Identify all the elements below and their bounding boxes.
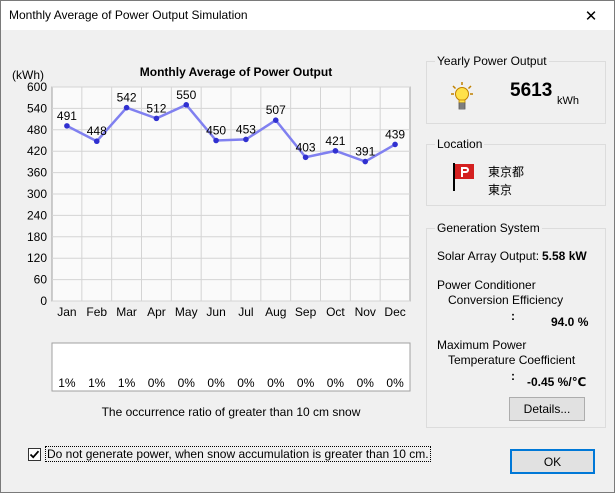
data-point	[213, 137, 219, 144]
data-point	[302, 154, 309, 161]
y-tick-label: 0	[40, 294, 47, 308]
data-point	[392, 141, 398, 148]
snow-ratio-value: 1%	[58, 376, 76, 390]
generation-system-title: Generation System	[435, 221, 542, 235]
snow-caption: The occurrence ratio of greater than 10 …	[101, 405, 361, 419]
snow-ratio-value: 0%	[207, 376, 225, 390]
snow-ratio-table: 1% 1% 1% 0% 0% 0% 0% 0% 0% 0% 0% 0%	[51, 342, 411, 392]
y-tick-label: 600	[27, 80, 47, 94]
snow-ratio-value: 0%	[297, 376, 315, 390]
max-power-label: Maximum Power	[437, 338, 527, 352]
x-tick-label: Mar	[116, 305, 137, 319]
y-tick-label: 60	[34, 273, 48, 287]
power-conditioner-label: Power Conditioner	[437, 278, 536, 292]
y-tick-label: 360	[27, 166, 47, 180]
close-icon: ✕	[584, 7, 598, 25]
x-tick-label: Oct	[326, 305, 345, 319]
flag-icon	[453, 163, 474, 191]
location-group: Location 東京都 東京	[426, 137, 606, 206]
x-tick-label: Feb	[86, 305, 107, 319]
data-point	[362, 158, 369, 165]
snow-ratio-value: 0%	[148, 376, 166, 390]
data-label: 403	[296, 140, 316, 154]
data-label: 512	[146, 101, 166, 115]
checkmark-icon	[29, 450, 40, 459]
data-point	[272, 117, 279, 123]
close-button[interactable]: ✕	[568, 1, 614, 30]
snow-ratio-value: 0%	[386, 376, 404, 390]
x-tick-label: Jul	[238, 305, 253, 319]
data-point	[153, 115, 160, 122]
location-prefecture: 東京都	[488, 165, 525, 179]
light-bulb-icon	[451, 82, 473, 110]
data-label: 450	[206, 124, 226, 138]
data-label: 491	[57, 109, 77, 123]
ok-button-label: OK	[543, 454, 562, 469]
data-label: 448	[87, 124, 107, 138]
y-tick-label: 300	[27, 187, 47, 201]
x-tick-label: Jun	[206, 305, 225, 319]
snow-ratio-value: 1%	[118, 376, 136, 390]
yearly-output-value: 5613	[510, 80, 553, 101]
data-label: 453	[236, 122, 256, 136]
location-title: Location	[435, 137, 485, 151]
x-tick-label: Aug	[265, 305, 286, 319]
snow-ratio-value: 1%	[88, 376, 106, 390]
y-tick-label: 480	[27, 123, 47, 137]
snow-checkbox-label[interactable]: Do not generate power, when snow accumul…	[45, 446, 431, 462]
data-label: 439	[385, 127, 405, 141]
location-city: 東京	[488, 183, 513, 197]
snow-ratio-value: 0%	[327, 376, 345, 390]
data-point	[64, 123, 70, 129]
yearly-output-unit: kWh	[557, 95, 579, 107]
conversion-efficiency-value: 94.0 %	[551, 315, 589, 329]
solar-array-value: 5.58 kW	[542, 249, 587, 263]
snow-ratio-value: 0%	[267, 376, 285, 390]
x-tick-label: Dec	[384, 305, 405, 319]
conversion-efficiency-colon: :	[511, 309, 515, 323]
snow-checkbox-box[interactable]	[28, 448, 41, 461]
data-label: 542	[117, 91, 137, 105]
data-point	[332, 148, 339, 154]
yearly-output-title: Yearly Power Output	[435, 54, 549, 68]
data-point	[183, 102, 190, 108]
snow-ratio-value: 0%	[357, 376, 375, 390]
dialog-window: Monthly Average of Power Output Simulati…	[0, 0, 615, 493]
data-label: 507	[266, 103, 286, 117]
x-tick-label: Jan	[57, 305, 76, 319]
yearly-output-group: Yearly Power Output 5613 kWh	[426, 54, 606, 124]
temp-coefficient-value: -0.45 %/℃	[527, 375, 587, 389]
temp-coefficient-label: Temperature Coefficient	[448, 353, 576, 367]
y-tick-label: 180	[27, 230, 47, 244]
y-tick-label: 540	[27, 101, 47, 115]
x-tick-label: Apr	[147, 305, 166, 319]
data-point	[93, 138, 100, 145]
details-button-label: Details...	[523, 402, 571, 416]
window-title: Monthly Average of Power Output Simulati…	[9, 8, 248, 22]
details-button[interactable]: Details...	[509, 397, 585, 421]
y-tick-label: 120	[27, 251, 47, 265]
data-label: 550	[176, 88, 196, 102]
y-tick-label: 240	[27, 208, 47, 222]
ok-button[interactable]: OK	[510, 449, 595, 474]
chart-title: Monthly Average of Power Output	[140, 65, 332, 79]
snow-ratio-value: 0%	[178, 376, 196, 390]
solar-array-label: Solar Array Output:	[437, 249, 540, 263]
temp-coefficient-colon: :	[511, 369, 515, 383]
data-label: 391	[355, 145, 375, 159]
generation-system-group: Generation System Solar Array Output: 5.…	[426, 221, 606, 428]
data-label: 421	[325, 134, 345, 148]
snow-ratio-value: 0%	[237, 376, 255, 390]
title-bar[interactable]: Monthly Average of Power Output Simulati…	[1, 1, 614, 30]
power-output-chart: Monthly Average of Power Output(kWh)0601…	[12, 65, 411, 319]
x-tick-label: May	[175, 305, 198, 319]
data-point	[243, 136, 249, 143]
x-tick-label: Sep	[295, 305, 317, 319]
x-tick-label: Nov	[355, 305, 376, 319]
y-tick-label: 420	[27, 144, 47, 158]
conversion-efficiency-label: Conversion Efficiency	[448, 293, 564, 307]
data-point	[123, 104, 130, 111]
